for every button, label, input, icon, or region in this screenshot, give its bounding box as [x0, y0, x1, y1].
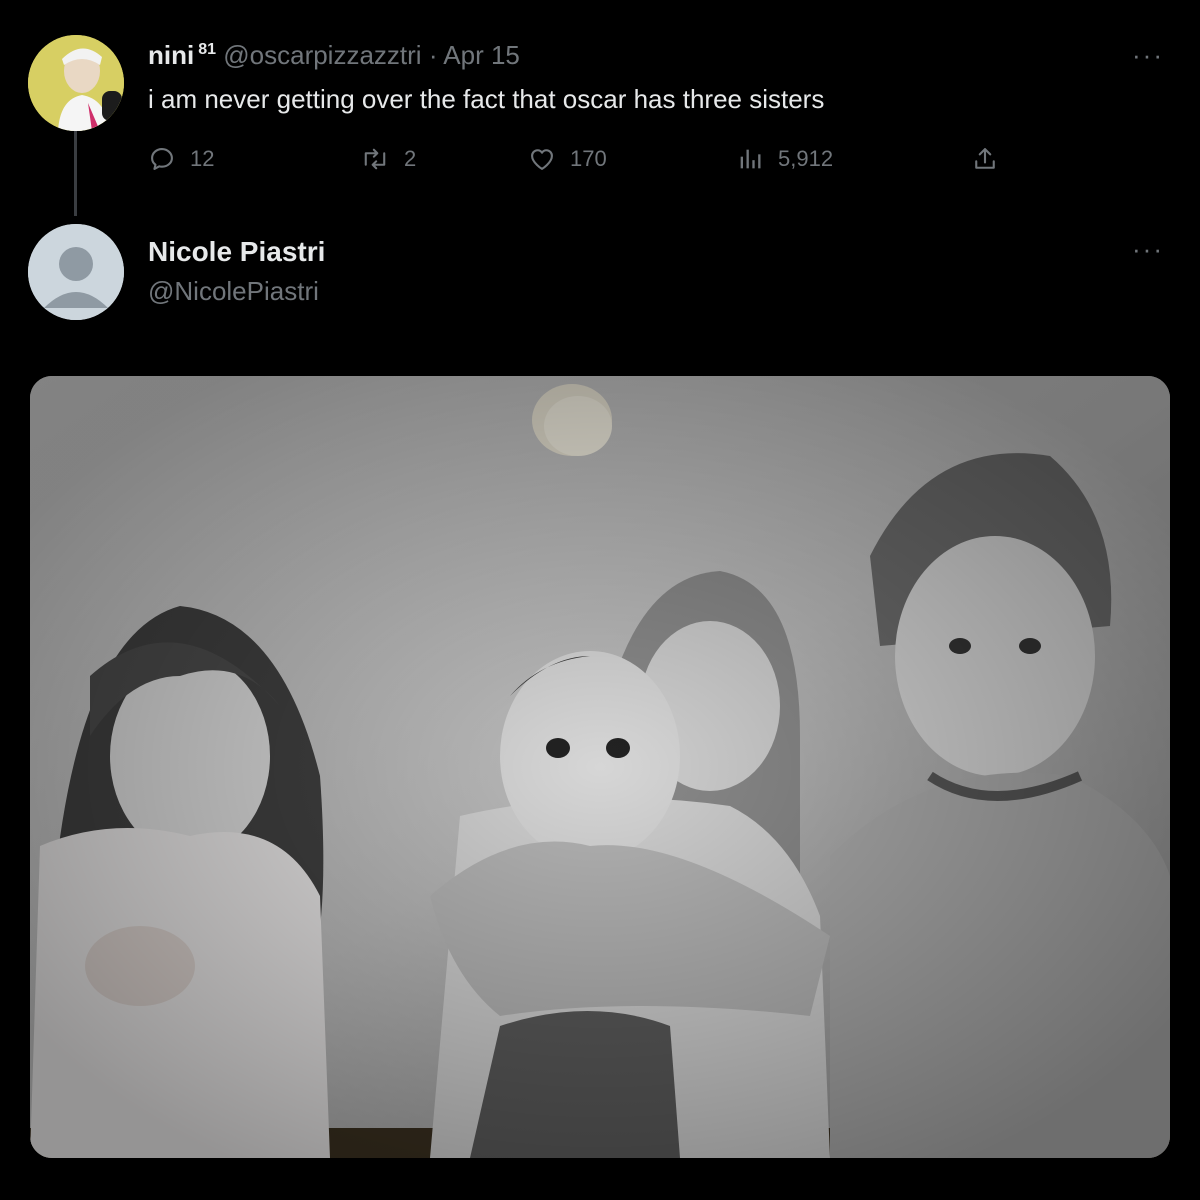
- share-icon: [975, 148, 995, 169]
- tweet-text: i am never getting over the fact that os…: [148, 84, 825, 114]
- reply-button[interactable]: 12: [148, 145, 214, 173]
- user-handle[interactable]: @NicolePiastri: [148, 276, 319, 307]
- more-options-icon[interactable]: ···: [1132, 42, 1164, 68]
- separator-dot: ·: [428, 40, 438, 70]
- name-badge: 81: [198, 41, 217, 59]
- default-profile-icon: [28, 224, 124, 320]
- more-options-icon[interactable]: ···: [1132, 236, 1164, 262]
- tweet-header: nini 81 @oscarpizzazztri · Apr 15: [148, 40, 520, 71]
- reply-count: 12: [190, 146, 215, 171]
- default-avatar[interactable]: [28, 224, 124, 320]
- thread-connector-line: [74, 128, 77, 216]
- share-button[interactable]: [971, 145, 1013, 173]
- like-count: 170: [570, 146, 607, 171]
- retweet-button[interactable]: 2: [360, 145, 416, 173]
- heart-icon: [531, 149, 553, 170]
- user-handle[interactable]: @oscarpizzazztri: [223, 40, 421, 70]
- views-button[interactable]: 5,912: [736, 145, 833, 173]
- children-photo: [30, 376, 1170, 1158]
- view-count: 5,912: [778, 146, 834, 171]
- tweet-media-photo[interactable]: [30, 376, 1170, 1158]
- display-name[interactable]: Nicole Piastri: [148, 236, 325, 268]
- profile-photo-icon: [28, 35, 124, 131]
- tweet-actions: 12 2 170 5,912: [148, 145, 1028, 179]
- like-button[interactable]: 170: [528, 145, 607, 173]
- tweet-date[interactable]: Apr 15: [443, 40, 520, 70]
- retweet-icon: [364, 148, 386, 170]
- avatar[interactable]: [28, 35, 124, 131]
- display-name[interactable]: nini: [148, 40, 194, 70]
- retweet-count: 2: [404, 146, 417, 171]
- analytics-icon: [740, 149, 761, 169]
- reply-icon: [151, 148, 173, 170]
